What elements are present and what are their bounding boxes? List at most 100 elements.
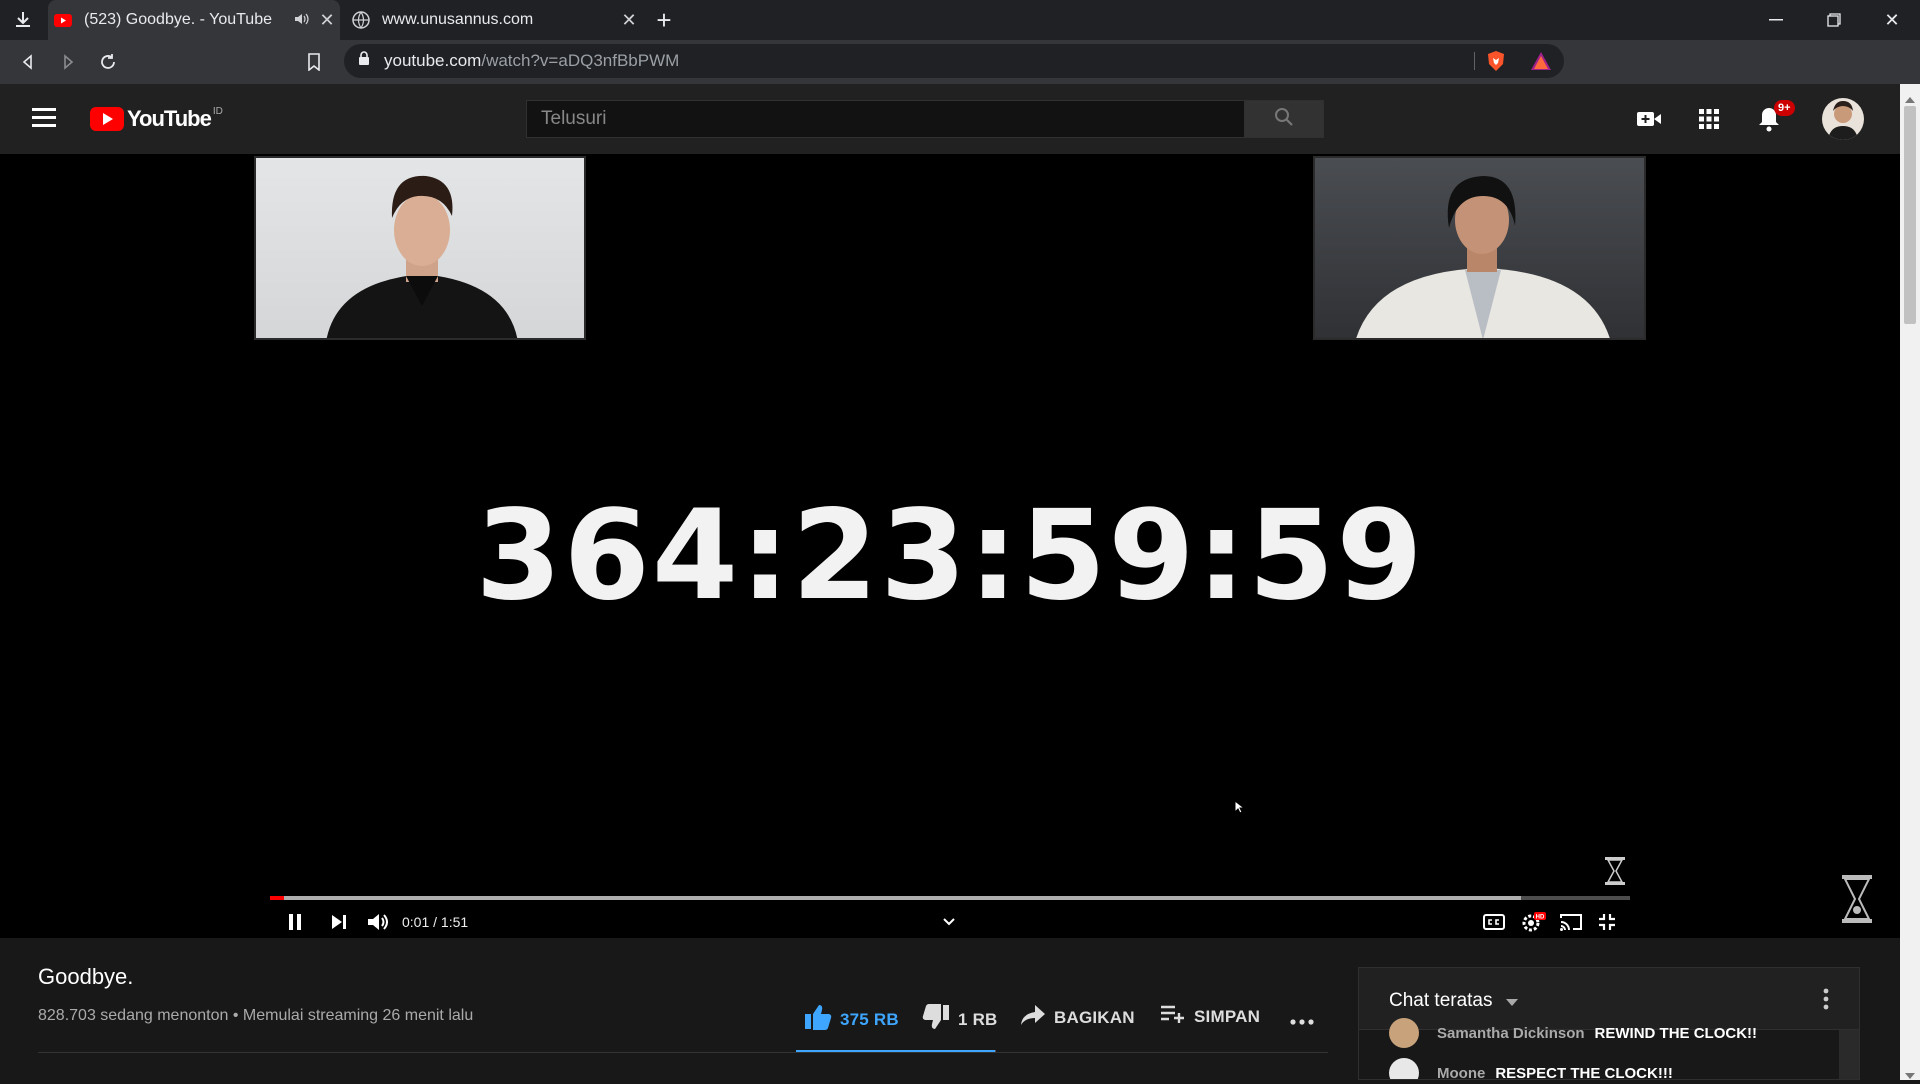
chat-text: RESPECT THE CLOCK!!! <box>1495 1064 1673 1080</box>
search-button[interactable] <box>1244 100 1324 138</box>
video-title: Goodbye. <box>38 964 134 989</box>
brave-rewards-icon[interactable] <box>1530 51 1552 76</box>
cast-icon[interactable] <box>1556 908 1586 936</box>
live-chat: Chat teratas Samantha Dickinson REWIND T… <box>1358 967 1860 1080</box>
more-horizontal-icon <box>1290 1010 1314 1030</box>
next-button[interactable] <box>326 908 352 936</box>
thumbs-down-icon <box>922 1004 950 1035</box>
lock-icon[interactable] <box>358 51 372 71</box>
camera-feed-left <box>254 156 586 340</box>
youtube-icon <box>54 11 72 29</box>
share-icon <box>1020 1004 1046 1031</box>
like-button[interactable]: 375 RB <box>804 1004 899 1035</box>
played-bar <box>270 896 284 900</box>
forward-icon[interactable] <box>54 48 82 76</box>
dislike-count: 1 RB <box>958 1009 998 1029</box>
like-ratio-fill <box>796 1050 996 1052</box>
brave-shields-icon[interactable] <box>1486 50 1506 77</box>
playlist-add-icon <box>1160 1004 1186 1029</box>
divider <box>38 1052 1328 1053</box>
create-video-icon[interactable] <box>1632 102 1666 136</box>
time-separator: / <box>433 914 438 930</box>
tab-audio-icon[interactable] <box>290 12 314 29</box>
avatar[interactable] <box>1822 98 1864 140</box>
minimize-icon[interactable] <box>1756 6 1796 34</box>
chat-author[interactable]: Samantha Dickinson <box>1437 1025 1585 1042</box>
time-total: 1:51 <box>440 914 469 930</box>
share-label: BAGIKAN <box>1054 1007 1135 1027</box>
address-bar[interactable]: youtube.com/watch?v=aDQ3nfBbPWM <box>344 44 1564 78</box>
search-input[interactable]: Telusuri <box>526 100 1324 138</box>
dislike-button[interactable]: 1 RB <box>922 1004 998 1035</box>
url-text: youtube.com/watch?v=aDQ3nfBbPWM <box>384 51 679 71</box>
back-icon[interactable] <box>14 48 42 76</box>
page-scrollbar[interactable] <box>1900 84 1920 1080</box>
volume-button[interactable] <box>364 908 392 936</box>
tab-close-icon[interactable]: ✕ <box>314 10 340 31</box>
scroll-thumb[interactable] <box>1904 106 1916 324</box>
chat-more-icon[interactable] <box>1823 988 1829 1015</box>
notifications-badge: 9+ <box>1774 100 1795 116</box>
more-actions-button[interactable] <box>1290 1010 1314 1030</box>
chat-message: Moone RESPECT THE CLOCK!!! <box>1389 1058 1673 1080</box>
chat-scrollbar[interactable] <box>1839 1030 1859 1079</box>
url-host: youtube.com <box>384 51 482 70</box>
search-placeholder: Telusuri <box>541 108 607 129</box>
tab-unusannus[interactable]: www.unusannus.com ✕ <box>344 0 642 40</box>
save-button[interactable]: SIMPAN <box>1160 1004 1260 1029</box>
tab-title: (523) Goodbye. - YouTube <box>84 11 272 28</box>
tab-youtube[interactable]: (523) Goodbye. - YouTube ✕ <box>48 0 340 40</box>
bookmark-icon[interactable] <box>300 48 328 76</box>
download-icon[interactable] <box>8 6 38 34</box>
info-separator: • <box>232 1007 239 1024</box>
youtube-logo[interactable]: YouTube ID <box>90 106 223 132</box>
guide-menu-icon[interactable] <box>32 108 56 128</box>
settings-gear-icon[interactable]: HD <box>1518 908 1548 936</box>
globe-icon <box>352 11 370 29</box>
restore-icon[interactable] <box>1814 6 1854 34</box>
time-current: 0:01 <box>402 914 430 930</box>
chat-author[interactable]: Moone <box>1437 1065 1485 1080</box>
viewer-count: 828.703 sedang menonton <box>38 1007 229 1024</box>
search-icon <box>1274 107 1294 132</box>
omnibox-divider <box>1474 52 1475 70</box>
browser-tab-bar: (523) Goodbye. - YouTube ✕ www.unusannus… <box>0 0 1920 40</box>
channel-watermark-icon[interactable] <box>1840 874 1874 924</box>
countdown-timer: 364:23:59:59 <box>475 484 1425 628</box>
logo-country-code: ID <box>212 106 223 117</box>
scroll-down-icon[interactable] <box>1905 1066 1915 1084</box>
youtube-header: YouTube ID Telusuri 9+ <box>0 84 1900 154</box>
exit-fullscreen-icon[interactable] <box>1592 908 1622 936</box>
share-button[interactable]: BAGIKAN <box>1020 1004 1135 1031</box>
chat-mode-dropdown[interactable]: Chat teratas <box>1389 990 1518 1012</box>
mouse-cursor <box>1234 799 1246 819</box>
dropdown-arrow-icon <box>1505 990 1518 1012</box>
like-dislike-ratio-bar <box>796 1050 996 1052</box>
hourglass-icon <box>1604 856 1626 886</box>
like-count: 375 RB <box>840 1009 899 1029</box>
tab-close-icon[interactable]: ✕ <box>616 10 642 31</box>
time-display: 0:01 / 1:51 <box>402 908 468 936</box>
player-controls: 0:01 / 1:51 HD <box>270 904 1630 940</box>
buffered-bar <box>270 896 1522 900</box>
save-label: SIMPAN <box>1194 1006 1261 1026</box>
chat-avatar <box>1389 1058 1419 1079</box>
apps-grid-icon[interactable] <box>1692 102 1726 136</box>
svg-text:HD: HD <box>1536 915 1545 921</box>
browser-toolbar: youtube.com/watch?v=aDQ3nfBbPWM ❦ <box>0 40 1920 111</box>
stream-started: Memulai streaming 26 menit lalu <box>242 1007 474 1024</box>
new-tab-icon[interactable]: + <box>650 5 678 35</box>
reload-icon[interactable] <box>94 48 122 76</box>
camera-feed-right <box>1313 156 1646 340</box>
subtitles-button[interactable] <box>1480 908 1508 936</box>
view-info: 828.703 sedang menonton • Memulai stream… <box>38 1007 473 1025</box>
video-player[interactable]: 364:23:59:59 0:01 / 1:51 HD <box>0 154 1900 938</box>
close-window-icon[interactable]: ✕ <box>1872 6 1912 34</box>
pause-button[interactable] <box>282 908 308 936</box>
chat-message: Samantha Dickinson REWIND THE CLOCK!! <box>1389 1018 1757 1048</box>
progress-bar[interactable] <box>270 896 1630 900</box>
tab-title: www.unusannus.com <box>382 11 534 28</box>
youtube-play-icon <box>90 107 124 131</box>
chat-avatar <box>1389 1018 1419 1048</box>
chevron-down-icon[interactable] <box>938 908 960 936</box>
